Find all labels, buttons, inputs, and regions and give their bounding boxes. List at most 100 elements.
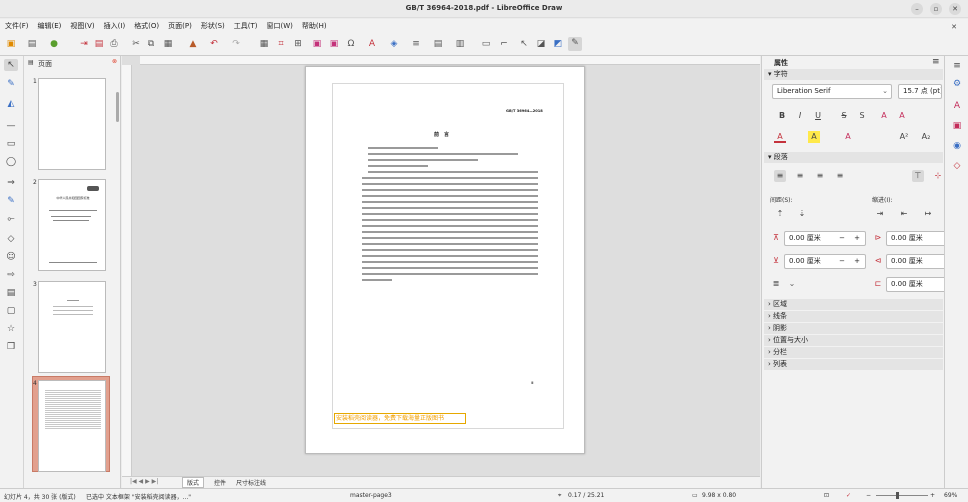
page-thumbnail-4[interactable] bbox=[38, 380, 106, 472]
before-indent-icon[interactable]: ⊳ bbox=[872, 232, 884, 244]
distribute-icon[interactable]: ▥ bbox=[454, 38, 466, 50]
decrease-spacing-icon[interactable]: ⇣ bbox=[796, 208, 808, 220]
helplines-icon[interactable]: ⌗ bbox=[275, 38, 287, 50]
paste-icon[interactable]: ▦ bbox=[162, 38, 174, 50]
menu-file[interactable]: 文件(F) bbox=[0, 19, 33, 31]
hanging-indent-icon[interactable]: ↦ bbox=[922, 208, 934, 220]
chart-icon[interactable]: ▣ bbox=[328, 38, 340, 50]
image-icon[interactable]: ▣ bbox=[311, 38, 323, 50]
basic-shapes-icon[interactable]: ◇ bbox=[4, 233, 18, 245]
character-spacing-icon[interactable]: A bbox=[842, 131, 854, 143]
shadow-text-icon[interactable]: S bbox=[856, 110, 868, 122]
tab-controls[interactable]: 控件 bbox=[214, 478, 226, 487]
print-icon[interactable]: ⎙ bbox=[108, 38, 120, 50]
grid-icon[interactable]: ▦ bbox=[258, 38, 270, 50]
crop-icon[interactable]: ⌐ bbox=[498, 38, 510, 50]
arrange-icon[interactable]: ▤ bbox=[432, 38, 444, 50]
minus-icon[interactable]: − bbox=[839, 232, 845, 245]
align-middle-icon[interactable]: ⊹ bbox=[932, 170, 944, 182]
save-icon[interactable]: ● bbox=[48, 38, 60, 50]
increase-indent-icon[interactable]: ⇥ bbox=[874, 208, 886, 220]
font-name-field[interactable]: Liberation Serif ⌄ bbox=[772, 84, 892, 99]
vertical-ruler[interactable] bbox=[122, 65, 132, 476]
decrease-font-icon[interactable]: A bbox=[896, 110, 908, 122]
increase-spacing-icon[interactable]: ⇡ bbox=[774, 208, 786, 220]
font-color-icon[interactable]: A bbox=[774, 131, 786, 143]
increase-font-icon[interactable]: A bbox=[878, 110, 890, 122]
menu-tools[interactable]: 工具(T) bbox=[229, 19, 262, 31]
gallery-deck-icon[interactable]: ▣ bbox=[950, 120, 964, 132]
shapes-deck-icon[interactable]: ◇ bbox=[950, 160, 964, 172]
section-line[interactable]: › 线条 bbox=[764, 311, 943, 322]
navigator-deck-icon[interactable]: ◉ bbox=[950, 140, 964, 152]
menu-help[interactable]: 帮助(H) bbox=[297, 19, 331, 31]
deck-menu-icon[interactable]: ≡ bbox=[950, 60, 964, 72]
zoom-icon[interactable]: ⊞ bbox=[292, 38, 304, 50]
superscript-icon[interactable]: A² bbox=[898, 131, 910, 143]
line-color-icon[interactable]: ✎ bbox=[4, 78, 18, 90]
rectangle-icon[interactable]: ▭ bbox=[4, 138, 18, 150]
fontwork-icon[interactable]: A bbox=[366, 38, 378, 50]
section-columns[interactable]: › 分栏 bbox=[764, 347, 943, 358]
section-character[interactable]: ▾ 字符 bbox=[764, 69, 943, 80]
align-right-icon[interactable]: ≡ bbox=[814, 170, 826, 182]
spacing-above-field[interactable]: 0.00 厘米 − + bbox=[784, 231, 866, 246]
menu-view[interactable]: 视图(V) bbox=[65, 19, 98, 31]
minus-icon[interactable]: − bbox=[839, 255, 845, 268]
3d-objects-icon[interactable]: ❒ bbox=[4, 341, 18, 353]
zoom-out-icon[interactable]: − bbox=[866, 492, 871, 499]
tab-layout[interactable]: 版式 bbox=[182, 477, 205, 488]
fill-color-icon[interactable]: ◭ bbox=[4, 98, 18, 110]
spacing-below-field[interactable]: 0.00 厘米 − + bbox=[784, 254, 866, 269]
export-icon[interactable]: ⇥ bbox=[78, 38, 90, 50]
plus-icon[interactable]: + bbox=[854, 255, 860, 268]
lines-arrows-icon[interactable]: ⇒ bbox=[4, 177, 18, 189]
indent-before-field[interactable]: 0.00 厘米 bbox=[886, 231, 946, 246]
justify-icon[interactable]: ≡ bbox=[834, 170, 846, 182]
after-indent-icon[interactable]: ⊲ bbox=[872, 255, 884, 267]
menu-shape[interactable]: 形状(S) bbox=[196, 19, 229, 31]
first-line-indent-icon[interactable]: ⊏ bbox=[872, 278, 884, 290]
align-center-icon[interactable]: ≡ bbox=[794, 170, 806, 182]
section-position-size[interactable]: › 位置与大小 bbox=[764, 335, 943, 346]
styles-deck-icon[interactable]: A bbox=[950, 100, 964, 112]
chevron-down-icon[interactable]: ⌄ bbox=[882, 85, 888, 98]
close-document-icon[interactable]: ✕ bbox=[948, 21, 960, 33]
export-pdf-icon[interactable]: ▤ bbox=[93, 38, 105, 50]
zoom-in-icon[interactable]: + bbox=[930, 492, 935, 499]
undo-icon[interactable]: ↶ bbox=[208, 38, 220, 50]
open-icon[interactable]: ▤ bbox=[26, 38, 38, 50]
section-lists[interactable]: › 列表 bbox=[764, 359, 943, 370]
align-top-icon[interactable]: ⊤ bbox=[912, 170, 924, 182]
menu-format[interactable]: 格式(O) bbox=[129, 19, 163, 31]
first-line-indent-field[interactable]: 0.00 厘米 bbox=[886, 277, 946, 292]
section-area[interactable]: › 区域 bbox=[764, 299, 943, 310]
flowchart-icon[interactable]: ▤ bbox=[4, 287, 18, 299]
menu-page[interactable]: 页面(P) bbox=[163, 19, 196, 31]
signature-icon[interactable]: ✓ bbox=[846, 492, 851, 499]
menu-edit[interactable]: 编辑(E) bbox=[33, 19, 66, 31]
close-icon[interactable]: ✕ bbox=[949, 3, 961, 15]
maximize-icon[interactable]: ▫ bbox=[930, 3, 942, 15]
horizontal-ruler[interactable] bbox=[140, 56, 760, 65]
stars-icon[interactable]: ☆ bbox=[4, 323, 18, 335]
tab-dimension-lines[interactable]: 尺寸标注线 bbox=[236, 478, 266, 487]
page-thumbnail-1[interactable] bbox=[38, 78, 106, 170]
shadow-icon[interactable]: ▭ bbox=[480, 38, 492, 50]
fit-page-icon[interactable]: ⊡ bbox=[824, 492, 829, 499]
chevron-down-icon[interactable]: ⌄ bbox=[786, 278, 798, 290]
ellipse-icon[interactable]: ◯ bbox=[4, 156, 18, 168]
align-left-icon[interactable]: ≡ bbox=[774, 170, 786, 182]
below-spacing-icon[interactable]: ⊻ bbox=[770, 255, 782, 267]
callouts-icon[interactable]: ▢ bbox=[4, 305, 18, 317]
font-size-field[interactable]: 15.7 点 (pt) bbox=[898, 84, 942, 99]
select-icon[interactable]: ↖ bbox=[4, 59, 18, 71]
align-icon[interactable]: ≡ bbox=[410, 38, 422, 50]
panel-scrollbar[interactable] bbox=[116, 92, 119, 122]
indent-after-field[interactable]: 0.00 厘米 bbox=[886, 254, 946, 269]
copy-icon[interactable]: ⧉ bbox=[145, 38, 157, 50]
menu-window[interactable]: 窗口(W) bbox=[262, 19, 297, 31]
bold-icon[interactable]: B bbox=[776, 110, 788, 122]
plus-icon[interactable]: + bbox=[854, 232, 860, 245]
document-page[interactable]: GB/T 36964—2018 前 言 Ⅲ 安装稻壳阅读器，免费下载海量正版图书 bbox=[305, 66, 585, 454]
